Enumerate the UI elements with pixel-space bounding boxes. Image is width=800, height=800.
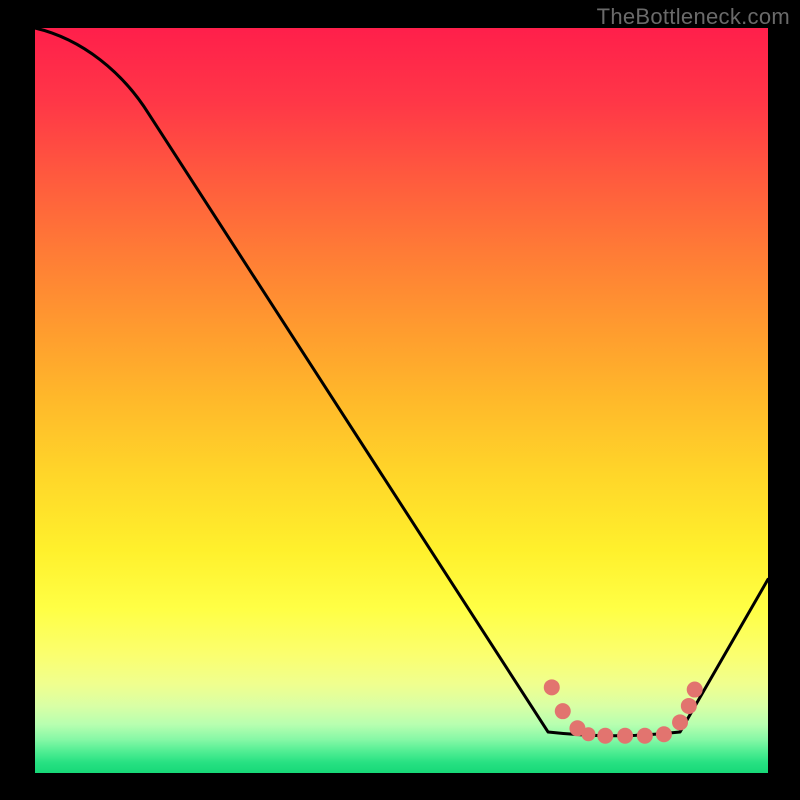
watermark-text: TheBottleneck.com: [597, 4, 790, 30]
data-marker: [672, 714, 688, 730]
chart-frame: { "watermark": "TheBottleneck.com", "plo…: [0, 0, 800, 800]
data-marker: [581, 727, 595, 741]
heat-gradient-background: [35, 28, 768, 773]
data-marker: [656, 726, 672, 742]
data-marker: [687, 682, 703, 698]
data-marker: [617, 728, 633, 744]
data-marker: [681, 698, 697, 714]
data-marker: [544, 679, 560, 695]
chart-svg: [0, 0, 800, 800]
data-marker: [637, 728, 653, 744]
data-marker: [555, 703, 571, 719]
data-marker: [597, 728, 613, 744]
